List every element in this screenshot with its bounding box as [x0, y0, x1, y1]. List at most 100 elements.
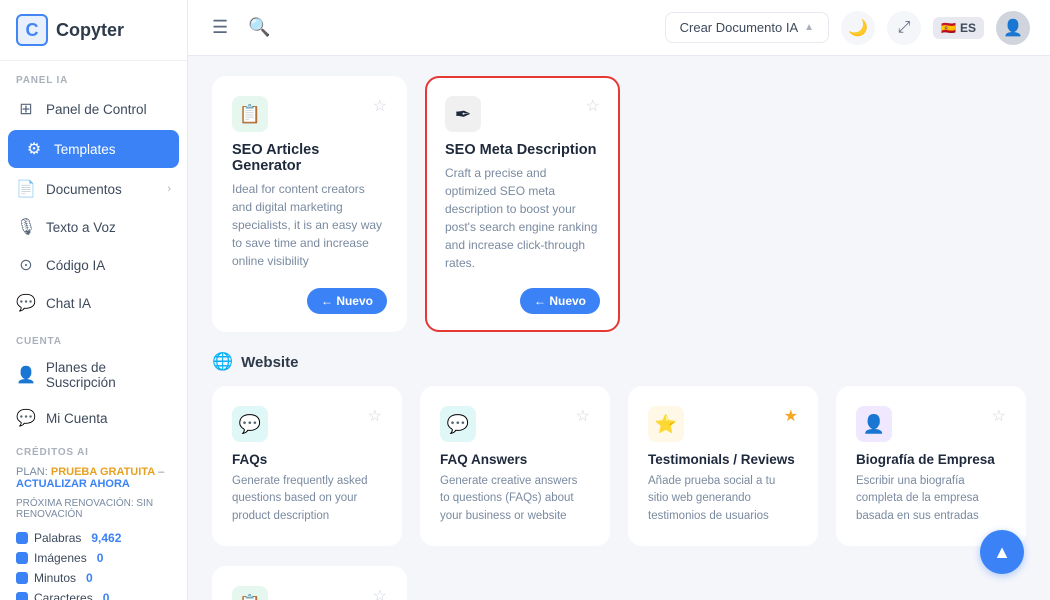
renovacion-row: PRÓXIMA RENOVACIÓN: SIN RENOVACIÓN: [0, 496, 187, 528]
minutos-dot: [16, 572, 28, 584]
imagenes-label: Imágenes: [34, 551, 87, 565]
fullscreen-icon[interactable]: ⤢: [887, 11, 921, 45]
card-faqs[interactable]: 💬 ☆ FAQs Generate frequently asked quest…: [212, 386, 402, 546]
card-title-biografia: Biografía de Empresa: [856, 452, 1006, 467]
card-desc-testimonials: Añade prueba social a tu sitio web gener…: [648, 473, 798, 528]
language-selector[interactable]: 🇪🇸 ES: [933, 17, 984, 39]
card-title-testimonials: Testimonials / Reviews: [648, 452, 798, 467]
minutos-label: Minutos: [34, 571, 76, 585]
sidebar-item-label: Templates: [54, 142, 116, 157]
flag-emoji: 🇪🇸: [941, 21, 956, 35]
card-icon-faqs: 💬: [232, 406, 268, 442]
sidebar-item-label: Chat IA: [46, 296, 91, 311]
chevron-right-icon: ›: [167, 183, 171, 195]
plan-upgrade-link[interactable]: ACTUALIZAR AHORA: [16, 478, 130, 490]
star-icon-testimonials[interactable]: ★: [784, 406, 798, 426]
sidebar-item-documentos[interactable]: 📄 Documentos ›: [0, 170, 187, 208]
caracteres-label: Caracteres: [34, 591, 93, 600]
gear-icon: ⚙: [24, 139, 44, 159]
palabras-value: 9,462: [91, 531, 121, 545]
star-icon-boletines[interactable]: ☆: [373, 586, 387, 600]
chevron-down-icon: ▲: [804, 22, 814, 33]
card-testimonials[interactable]: ⭐ ★ Testimonials / Reviews Añade prueba …: [628, 386, 818, 546]
card-icon-seo-meta: ✒: [445, 96, 481, 132]
credit-palabras: Palabras 9,462: [0, 528, 187, 548]
credit-caracteres: Caracteres 0: [0, 588, 187, 600]
bottom-spacer: [425, 566, 1026, 600]
sidebar-item-label: Mi Cuenta: [46, 411, 108, 426]
star-icon-faqs[interactable]: ☆: [368, 406, 382, 426]
card-biografia-empresa[interactable]: 👤 ☆ Biografía de Empresa Escribir una bi…: [836, 386, 1026, 546]
user-icon: 👤: [16, 365, 36, 385]
hamburger-icon[interactable]: ☰: [208, 13, 232, 42]
document-icon: 📄: [16, 179, 36, 199]
nuevo-btn-seo-meta[interactable]: ← Nuevo: [520, 288, 600, 314]
imagenes-value: 0: [97, 551, 104, 565]
palabras-dot: [16, 532, 28, 544]
card-icon-testimonials: ⭐: [648, 406, 684, 442]
card-desc-faqs: Generate frequently asked questions base…: [232, 473, 382, 528]
caracteres-dot: [16, 592, 28, 600]
credit-minutos: Minutos 0: [0, 568, 187, 588]
plan-prefix: PLAN:: [16, 466, 48, 478]
card-desc-seo-articles: Ideal for content creators and digital m…: [232, 180, 387, 272]
crear-documento-button[interactable]: Crear Documento IA ▲: [665, 12, 829, 43]
scroll-icon: ▲: [993, 542, 1011, 563]
lang-code: ES: [960, 21, 976, 35]
star-icon-seo-meta[interactable]: ☆: [586, 96, 600, 116]
card-desc-faq-answers: Generate creative answers to questions (…: [440, 473, 590, 528]
sidebar-item-chat-ia[interactable]: 💬 Chat IA: [0, 284, 187, 322]
card-header: 📋 ☆: [232, 586, 387, 600]
nuevo-btn-seo-articles[interactable]: ← ← NuevoNuevo: [307, 288, 387, 314]
account-icon: 💬: [16, 408, 36, 428]
sidebar-item-label: Planes de Suscripción: [46, 360, 171, 390]
topbar: ☰ 🔍 Crear Documento IA ▲ 🌙 ⤢ 🇪🇸 ES 👤: [188, 0, 1050, 56]
cuenta-section-label: CUENTA: [0, 322, 187, 351]
card-desc-biografia: Escribir una biografía completa de la em…: [856, 473, 1006, 528]
website-section-header: 🌐 Website: [212, 352, 1026, 372]
card-desc-seo-meta: Craft a precise and optimized SEO meta d…: [445, 164, 600, 272]
sidebar-item-mi-cuenta[interactable]: 💬 Mi Cuenta: [0, 399, 187, 437]
top-cards-spacer: [638, 76, 1026, 332]
sidebar-item-planes[interactable]: 👤 Planes de Suscripción: [0, 351, 187, 399]
plan-name: PRUEBA GRATUITA: [51, 466, 155, 478]
search-icon[interactable]: 🔍: [244, 13, 274, 42]
star-icon-faq-answers[interactable]: ☆: [576, 406, 590, 426]
sidebar-item-label: Texto a Voz: [46, 220, 116, 235]
content-area: 📋 ☆ SEO Articles Generator Ideal for con…: [188, 56, 1050, 600]
card-seo-meta[interactable]: ✒ ☆ SEO Meta Description Craft a precise…: [425, 76, 620, 332]
main-area: ☰ 🔍 Crear Documento IA ▲ 🌙 ⤢ 🇪🇸 ES 👤 📋 ☆…: [188, 0, 1050, 600]
card-generador-boletines[interactable]: 📋 ☆ Generador de Boletines Genere un bol…: [212, 566, 407, 600]
plan-separator: –: [158, 466, 164, 478]
dark-mode-toggle[interactable]: 🌙: [841, 11, 875, 45]
card-icon-faq-answers: 💬: [440, 406, 476, 442]
sidebar-item-templates[interactable]: ⚙ Templates: [8, 130, 179, 168]
star-icon-biografia[interactable]: ☆: [992, 406, 1006, 426]
minutos-value: 0: [86, 571, 93, 585]
card-seo-articles[interactable]: 📋 ☆ SEO Articles Generator Ideal for con…: [212, 76, 407, 332]
card-icon-seo-articles: 📋: [232, 96, 268, 132]
card-header: ⭐ ★: [648, 406, 798, 442]
imagenes-dot: [16, 552, 28, 564]
website-icon: 🌐: [212, 352, 233, 372]
sidebar-item-panel-control[interactable]: ⊞ Panel de Control: [0, 90, 187, 128]
star-icon-seo-articles[interactable]: ☆: [373, 96, 387, 116]
grid-icon: ⊞: [16, 99, 36, 119]
sidebar-item-label: Panel de Control: [46, 102, 147, 117]
top-cards-row: 📋 ☆ SEO Articles Generator Ideal for con…: [212, 76, 1026, 332]
sidebar-item-texto-a-voz[interactable]: 🎙 Texto a Voz: [0, 208, 187, 246]
bottom-cards-row: 📋 ☆ Generador de Boletines Genere un bol…: [212, 566, 1026, 600]
user-avatar[interactable]: 👤: [996, 11, 1030, 45]
chat-icon: 💬: [16, 293, 36, 313]
card-header: ✒ ☆: [445, 96, 600, 132]
card-icon-biografia: 👤: [856, 406, 892, 442]
website-label: Website: [241, 354, 298, 371]
caracteres-value: 0: [103, 591, 110, 600]
scroll-top-button[interactable]: ▲: [980, 530, 1024, 574]
palabras-label: Palabras: [34, 531, 81, 545]
card-faq-answers[interactable]: 💬 ☆ FAQ Answers Generate creative answer…: [420, 386, 610, 546]
sidebar-item-codigo-ia[interactable]: ⊙ Código IA: [0, 246, 187, 284]
card-title-faqs: FAQs: [232, 452, 382, 467]
sidebar-logo: C Copyter: [0, 0, 187, 61]
sidebar-item-label: Código IA: [46, 258, 105, 273]
